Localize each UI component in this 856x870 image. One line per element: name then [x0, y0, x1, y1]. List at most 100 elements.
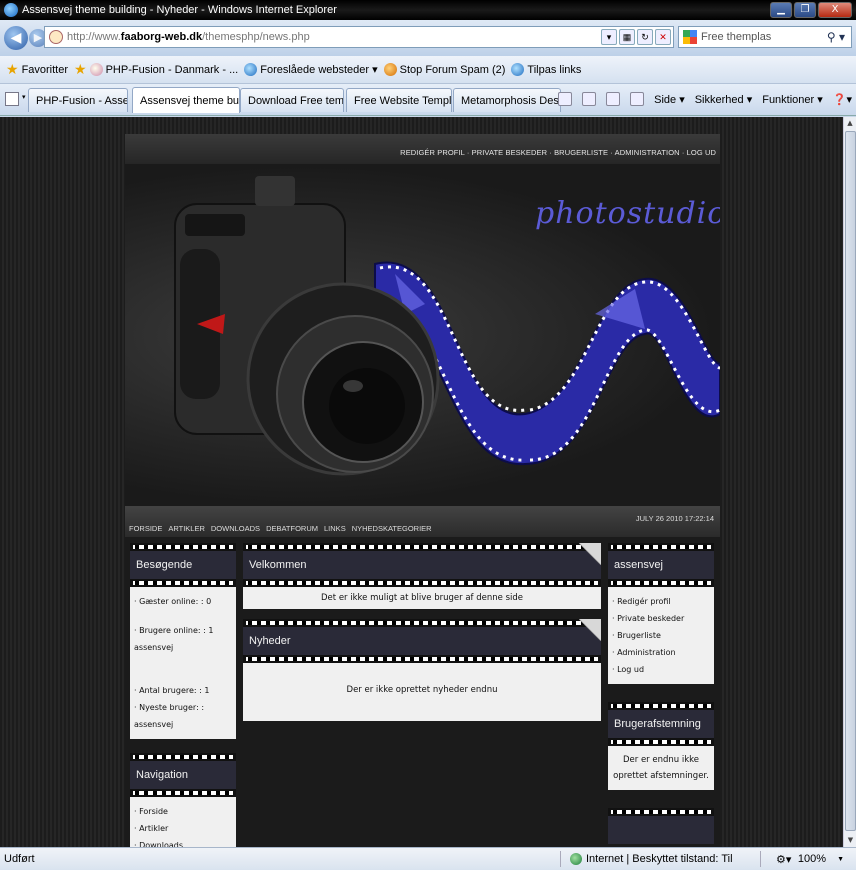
film-divider	[243, 619, 601, 627]
link-edit-profile[interactable]: · Redigér profil	[612, 593, 710, 610]
back-button[interactable]: ◀	[4, 26, 28, 50]
tab-bar: ▾ PHP-Fusion - Assensvej.dk Assensvej th…	[0, 84, 856, 116]
film-divider	[243, 655, 601, 663]
poll-panel: Brugerafstemning Der er endnu ikke opret…	[608, 702, 714, 790]
help-icon[interactable]: ❓▾	[833, 93, 852, 106]
scroll-thumb[interactable]	[845, 131, 856, 831]
safety-menu[interactable]: Sikkerhed ▾	[695, 93, 753, 106]
status-divider	[560, 851, 561, 867]
link-private-messages[interactable]: · Private beskeder	[612, 610, 710, 627]
tab-php-fusion[interactable]: PHP-Fusion - Assensvej.dk	[28, 88, 128, 112]
nav-debatforum[interactable]: DEBATFORUM	[266, 524, 318, 533]
ie-small-icon	[244, 63, 258, 76]
scroll-up-icon[interactable]: ▲	[844, 117, 856, 130]
panel-title: Nyheder	[243, 627, 601, 655]
address-dropdown-icon[interactable]: ▾	[601, 29, 617, 45]
link-administration[interactable]: · Administration	[612, 644, 710, 661]
film-divider	[130, 543, 236, 551]
visitors-panel: Besøgende · Gæster online: : 0 · Brugere…	[130, 543, 236, 739]
side-nav-forside[interactable]: · Forside	[134, 803, 232, 820]
film-divider	[130, 753, 236, 761]
print-icon[interactable]	[630, 92, 645, 106]
film-divider	[608, 702, 714, 710]
restore-button[interactable]: ❐	[794, 2, 816, 18]
ie-small-icon	[511, 63, 525, 76]
members-online: · Brugere online: : 1	[134, 626, 214, 635]
fav-custom-links[interactable]: Tilpas links	[511, 63, 581, 76]
scroll-down-icon[interactable]: ▼	[844, 834, 856, 847]
right-sidebar: assensvej · Redigér profil · Private bes…	[608, 543, 714, 847]
status-divider	[760, 851, 761, 867]
vertical-scrollbar[interactable]: ▲ ▼	[843, 117, 856, 847]
tab-assensvej-theme[interactable]: Assensvej theme buildi...✕	[132, 87, 240, 113]
center-content: Velkommen Det er ikke muligt at blive br…	[243, 543, 601, 729]
nav-forside[interactable]: FORSIDE	[129, 524, 162, 533]
link-member-list[interactable]: · Brugerliste	[612, 627, 710, 644]
panel-title: Besøgende	[130, 551, 236, 579]
panel-title: assensvej	[608, 551, 714, 579]
tab-free-website[interactable]: Free Website Templates, Fr...	[346, 88, 452, 112]
feeds-icon[interactable]	[582, 92, 597, 106]
address-toolbar: ◀ ▶ http://www.faaborg-web.dk/themesphp/…	[0, 20, 856, 56]
nav-nyhedskategorier[interactable]: NYHEDSKATEGORIER	[352, 524, 432, 533]
nav-downloads[interactable]: DOWNLOADS	[211, 524, 260, 533]
news-panel: Nyheder Der er ikke oprettet nyheder end…	[243, 619, 601, 721]
compat-view-icon[interactable]: ▦	[619, 29, 635, 45]
php-fusion-icon	[89, 63, 103, 76]
window-title: Assensvej theme building - Nyheder - Win…	[22, 4, 337, 16]
quick-tabs-icon[interactable]	[5, 92, 19, 106]
poll-message: Der er endnu ikke oprettet afstemninger.	[608, 746, 714, 790]
address-field[interactable]: http://www.faaborg-web.dk/themesphp/news…	[44, 26, 674, 48]
close-button[interactable]: X	[818, 2, 852, 18]
user-panel: assensvej · Redigér profil · Private bes…	[608, 543, 714, 684]
search-field[interactable]: Free themplas ⚲ ▾	[678, 26, 852, 48]
addon-icon[interactable]: ⚙▾	[776, 853, 791, 866]
nav-links[interactable]: LINKS	[324, 524, 346, 533]
search-icon[interactable]: ⚲ ▾	[827, 30, 845, 44]
status-text: Udført	[4, 853, 35, 865]
user-top-nav[interactable]: REDIGÉR PROFIL · PRIVATE BESKEDER · BRUG…	[125, 134, 720, 164]
tab-metamorphosis[interactable]: Metamorphosis Design Fre...	[453, 88, 561, 112]
member-name[interactable]: assensvej	[134, 639, 232, 656]
refresh-icon[interactable]: ↻	[637, 29, 653, 45]
page-menu[interactable]: Side ▾	[654, 93, 685, 106]
mail-icon[interactable]	[606, 92, 621, 106]
fav-suggested[interactable]: Foreslåede websteder ▾	[244, 63, 378, 76]
url-text: http://www.faaborg-web.dk/themesphp/news…	[67, 31, 310, 43]
welcome-message: Det er ikke muligt at blive bruger af de…	[243, 587, 601, 609]
side-nav-artikler[interactable]: · Artikler	[134, 820, 232, 837]
film-divider	[130, 789, 236, 797]
fav-php-fusion[interactable]: ★ PHP-Fusion - Danmark - ...	[74, 61, 238, 78]
left-sidebar: Besøgende · Gæster online: : 0 · Brugere…	[130, 543, 236, 847]
welcome-panel: Velkommen Det er ikke muligt at blive br…	[243, 543, 601, 609]
side-nav-downloads[interactable]: · Downloads	[134, 837, 232, 847]
newest-member: · Nyeste bruger: : assensvej	[134, 703, 205, 729]
add-favorite-icon: ★	[74, 61, 87, 77]
next-panel	[608, 808, 714, 844]
link-logout[interactable]: · Log ud	[612, 661, 710, 678]
nav-artikler[interactable]: ARTIKLER	[168, 524, 205, 533]
status-bar: Udført Internet | Beskyttet tilstand: Ti…	[0, 847, 856, 870]
favorites-button[interactable]: ★ Favoritter	[6, 61, 68, 78]
home-icon[interactable]	[558, 92, 573, 106]
minimize-button[interactable]: ▁	[770, 2, 792, 18]
zoom-level[interactable]: 100%	[798, 853, 826, 865]
fav-stop-forum-spam[interactable]: Stop Forum Spam (2)	[383, 63, 505, 76]
site-brand: photostudio	[535, 196, 720, 231]
tools-menu[interactable]: Funktioner ▾	[762, 93, 823, 106]
guests-online: · Gæster online: : 0	[134, 597, 212, 606]
zoom-dropdown-icon[interactable]: ▼	[837, 856, 844, 863]
camera	[174, 176, 440, 476]
navigation-panel: Navigation · Forside · Artikler · Downlo…	[130, 753, 236, 847]
site-container: REDIGÉR PROFIL · PRIVATE BESKEDER · BRUG…	[125, 134, 720, 847]
tab-list-dropdown-icon[interactable]: ▾	[22, 93, 26, 101]
tab-download-free[interactable]: Download Free templates ...	[240, 88, 344, 112]
panel-title: Navigation	[130, 761, 236, 789]
command-bar: Side ▾ Sikkerhed ▾ Funktioner ▾ ❓▾	[558, 92, 852, 106]
star-icon: ★	[6, 61, 19, 77]
page-icon	[49, 30, 63, 44]
stop-icon[interactable]: ✕	[655, 29, 671, 45]
window-titlebar: Assensvej theme building - Nyheder - Win…	[0, 0, 856, 20]
security-zone[interactable]: Internet | Beskyttet tilstand: Til	[570, 853, 733, 865]
header-banner: photostudio	[125, 164, 720, 506]
